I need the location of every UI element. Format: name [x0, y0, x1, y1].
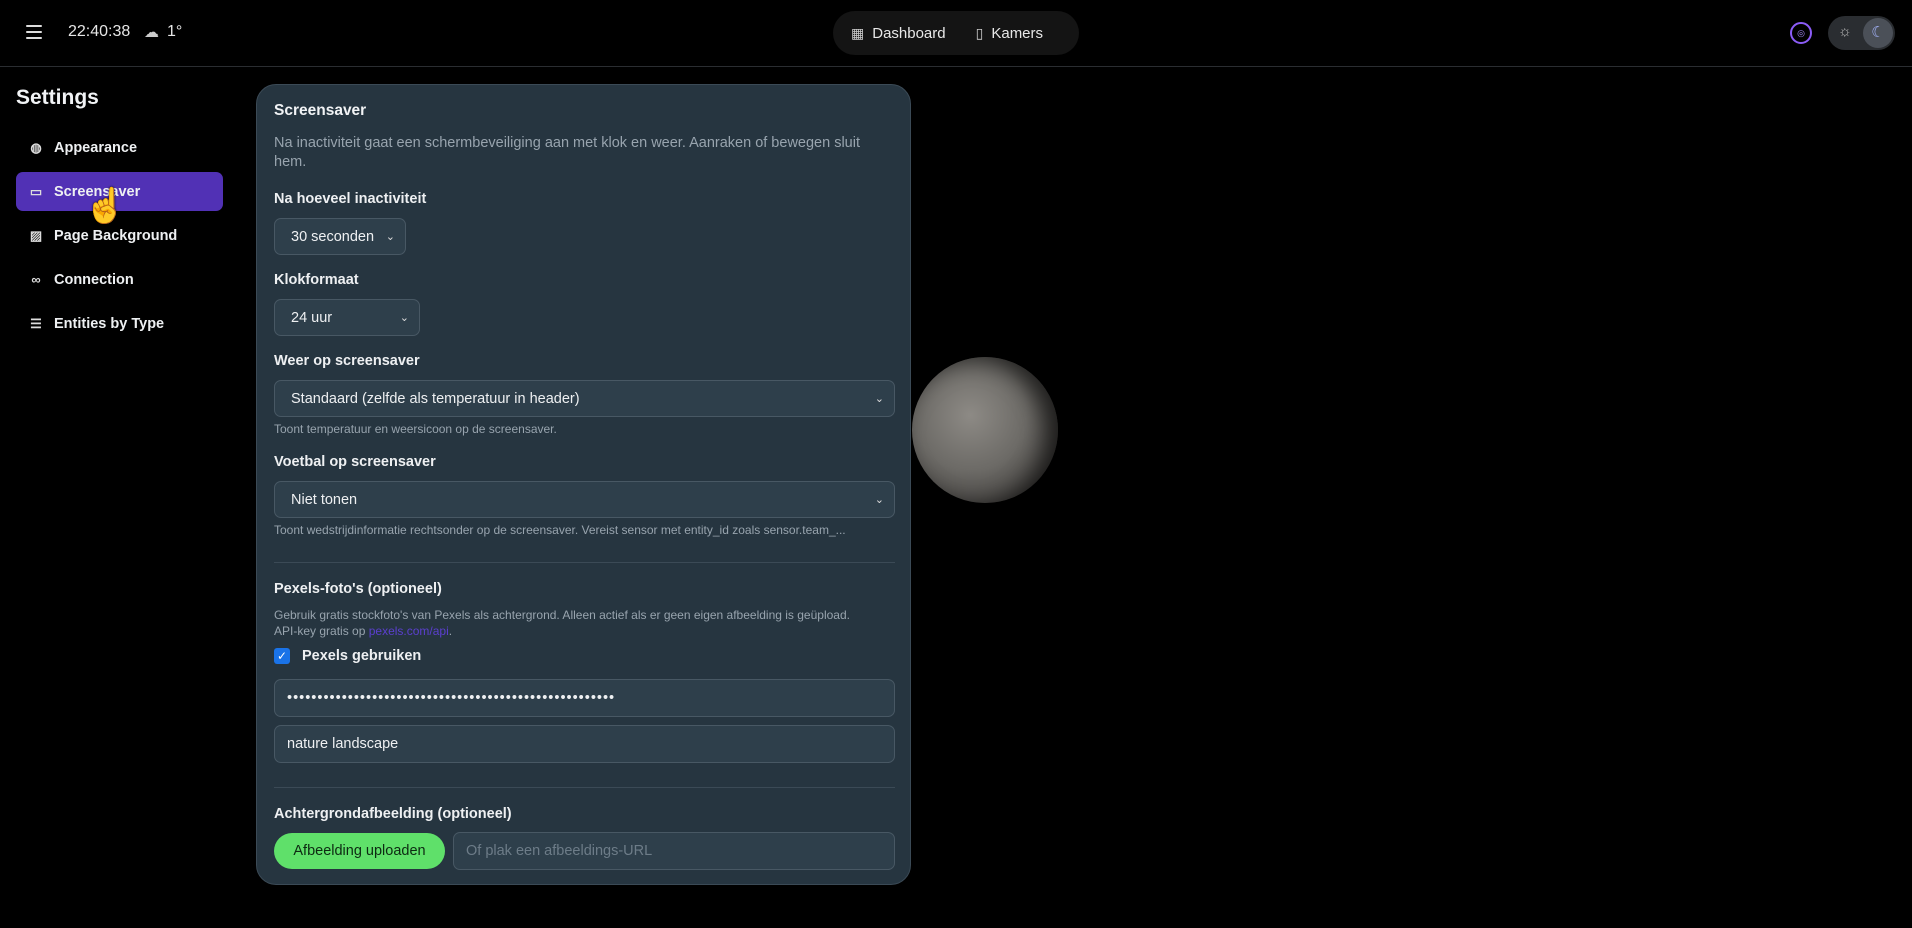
- divider: [274, 787, 895, 788]
- clock-format-label: Klokformaat: [274, 272, 359, 288]
- theme-toggle[interactable]: ☼ ☾: [1828, 16, 1895, 50]
- inactivity-select[interactable]: 30 seconden ⌄: [274, 218, 406, 255]
- help-text: .: [448, 624, 453, 638]
- card-title: Screensaver: [274, 102, 367, 119]
- list-icon: ☰: [30, 315, 42, 331]
- moon-icon[interactable]: ☾: [1863, 18, 1893, 48]
- help-text: API-key gratis op: [274, 624, 369, 638]
- link-icon: ∞: [31, 272, 41, 287]
- door-icon: ▯: [975, 24, 984, 41]
- chevron-down-icon: ⌄: [874, 393, 884, 405]
- checkbox-label[interactable]: Pexels gebruiken: [302, 648, 421, 664]
- sun-icon[interactable]: ☼: [1838, 23, 1852, 40]
- weather-cloud-icon: ☁: [144, 24, 159, 41]
- sidebar-item-appearance[interactable]: ◍ Appearance: [16, 128, 223, 167]
- select-value: Standaard (zelfde als temperatuur in hea…: [291, 390, 580, 407]
- image-url-input[interactable]: Of plak een afbeeldings-URL: [453, 832, 895, 870]
- pexels-query-input[interactable]: nature landscape: [274, 725, 895, 763]
- pexels-help: Gebruik gratis stockfoto's van Pexels al…: [274, 607, 895, 639]
- football-label: Voetbal op screensaver: [274, 454, 436, 470]
- weather-help: Toont temperatuur en weersicoon op de sc…: [274, 422, 557, 436]
- weather-select[interactable]: Standaard (zelfde als temperatuur in hea…: [274, 380, 895, 417]
- placeholder: Of plak een afbeeldings-URL: [466, 843, 653, 859]
- monitor-icon: ▭: [29, 183, 43, 199]
- weather-label: Weer op screensaver: [274, 353, 420, 369]
- pexels-title: Pexels-foto's (optioneel): [274, 581, 442, 597]
- divider: [274, 562, 895, 563]
- upload-image-button[interactable]: Afbeelding uploaden: [274, 833, 445, 869]
- screensaver-settings-card: Screensaver Na inactiviteit gaat een sch…: [256, 84, 911, 885]
- pexels-checkbox-row: ✓ Pexels gebruiken: [274, 648, 421, 664]
- football-help: Toont wedstrijdinformatie rechtsonder op…: [274, 523, 846, 537]
- select-value: 24 uur: [291, 309, 333, 326]
- pexels-api-key-input[interactable]: ••••••••••••••••••••••••••••••••••••••••…: [274, 679, 895, 717]
- nav-label: Kamers: [991, 24, 1044, 42]
- temperature: 1°: [167, 23, 183, 40]
- settings-title: Settings: [16, 86, 99, 109]
- football-select[interactable]: Niet tonen ⌄: [274, 481, 895, 518]
- pexels-help-line: Gebruik gratis stockfoto's van Pexels al…: [274, 608, 850, 622]
- palette-icon: ◍: [30, 139, 42, 155]
- nav-kamers[interactable]: ▯ Kamers: [976, 25, 1043, 42]
- main-nav: ▦ Dashboard ▯ Kamers: [833, 11, 1079, 55]
- image-icon: ▨: [29, 227, 43, 243]
- nav-label: Dashboard: [872, 24, 946, 42]
- card-description: Na inactiviteit gaat een schermbeveiligi…: [274, 135, 860, 170]
- sidebar-item-label: Appearance: [54, 139, 138, 156]
- chevron-down-icon: ⌄: [399, 312, 409, 324]
- pexels-help-line: API-key gratis op pexels.com/api.: [274, 623, 895, 639]
- nav-dashboard[interactable]: ▦ Dashboard: [851, 25, 946, 42]
- select-value: 30 seconden: [291, 228, 375, 245]
- sidebar-item-entities[interactable]: ☰ Entities by Type: [16, 304, 223, 343]
- pexels-api-link[interactable]: pexels.com/api: [369, 624, 449, 638]
- chevron-down-icon: ⌄: [385, 231, 395, 243]
- menu-icon[interactable]: [26, 25, 42, 39]
- background-image-title: Achtergrondafbeelding (optioneel): [274, 806, 512, 822]
- moon-background-image: [912, 357, 1058, 503]
- sidebar-item-label: Connection: [54, 271, 134, 288]
- chevron-down-icon: ⌄: [874, 494, 884, 506]
- pexels-checkbox[interactable]: ✓: [274, 648, 290, 664]
- assistant-icon[interactable]: ◎: [1790, 22, 1812, 44]
- sidebar-item-label: Entities by Type: [54, 315, 165, 332]
- clock-format-select[interactable]: 24 uur ⌄: [274, 299, 420, 336]
- sidebar-item-label: Page Background: [54, 227, 178, 244]
- select-value: Niet tonen: [291, 491, 358, 508]
- sidebar-item-connection[interactable]: ∞ Connection: [16, 260, 223, 299]
- grid-icon: ▦: [851, 24, 865, 41]
- inactivity-label: Na hoeveel inactiviteit: [274, 191, 427, 207]
- hand-cursor-icon: ☝: [84, 187, 127, 225]
- clock: 22:40:38: [68, 23, 131, 40]
- top-bar: 22:40:38 ☁ 1° ▦ Dashboard ▯ Kamers ◎ ☼ ☾: [0, 0, 1912, 67]
